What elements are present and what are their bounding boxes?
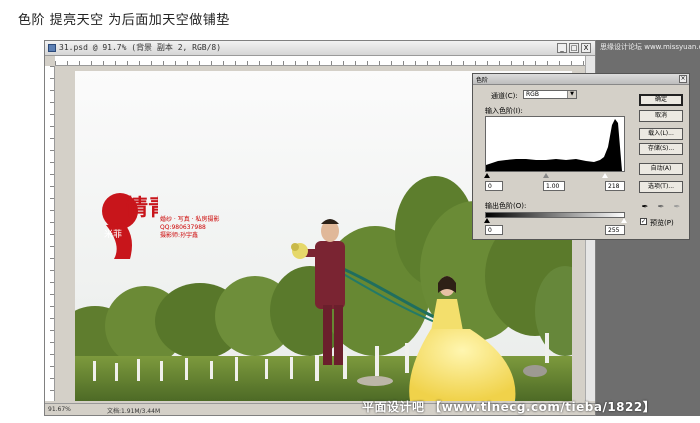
white-eyedropper-icon[interactable]: ✒ bbox=[673, 202, 681, 211]
input-white-field[interactable]: 218 bbox=[605, 181, 625, 191]
black-eyedropper-icon[interactable]: ✒ bbox=[641, 202, 649, 211]
ruler-vertical bbox=[45, 66, 55, 401]
studio-logo: 情青 米菲 bbox=[102, 193, 158, 259]
save-button[interactable]: 存储(S)... bbox=[639, 143, 683, 155]
histogram bbox=[485, 116, 625, 172]
maximize-button[interactable]: □ bbox=[569, 43, 579, 53]
output-white-slider[interactable] bbox=[621, 218, 627, 223]
input-black-slider[interactable] bbox=[484, 173, 490, 178]
output-white-field[interactable]: 255 bbox=[605, 225, 625, 235]
ok-button[interactable]: 确定 bbox=[639, 94, 683, 106]
input-black-field[interactable]: 0 bbox=[485, 181, 503, 191]
ruler-horizontal bbox=[55, 56, 585, 66]
document-icon bbox=[48, 44, 56, 52]
document-titlebar[interactable]: 31.psd @ 91.7% (背景 副本 2, RGB/8) _ □ X bbox=[45, 41, 595, 56]
minimize-button[interactable]: _ bbox=[557, 43, 567, 53]
output-gradient bbox=[485, 212, 625, 218]
options-button[interactable]: 选项(T)... bbox=[639, 181, 683, 193]
output-levels-label: 输出色阶(O): bbox=[485, 202, 527, 210]
input-white-slider[interactable] bbox=[602, 173, 608, 178]
channel-label: 通道(C): bbox=[491, 92, 518, 100]
cancel-button[interactable]: 取消 bbox=[639, 110, 683, 122]
levels-close-button[interactable]: × bbox=[679, 75, 687, 83]
auto-button[interactable]: 自动(A) bbox=[639, 163, 683, 175]
preview-label: 预览(P) bbox=[650, 219, 674, 227]
chevron-down-icon: ▼ bbox=[567, 91, 576, 98]
load-button[interactable]: 载入(L)... bbox=[639, 128, 683, 140]
channel-select[interactable]: RGB ▼ bbox=[523, 90, 577, 99]
output-black-field[interactable]: 0 bbox=[485, 225, 503, 235]
input-gamma-field[interactable]: 1.00 bbox=[543, 181, 565, 191]
preview-checkbox[interactable]: ✓ bbox=[640, 218, 647, 225]
input-levels-label: 输入色阶(I): bbox=[485, 107, 523, 115]
input-gamma-slider[interactable] bbox=[543, 173, 549, 178]
close-button[interactable]: X bbox=[581, 43, 591, 53]
logo-big-char-1: 情青 bbox=[126, 195, 158, 221]
footer-watermark: 平面设计吧 【www.tlnecg.com/tieba/1822】 bbox=[362, 400, 656, 414]
output-black-slider[interactable] bbox=[484, 218, 490, 223]
page-caption: 色阶 提亮天空 为后面加天空做铺垫 bbox=[18, 13, 230, 28]
studio-contact-text: 婚纱 · 写真 · 私房摄影 QQ:980637988 摄影师:孙宇鑫 bbox=[160, 216, 220, 239]
levels-dialog: 色阶 × 通道(C): RGB ▼ 输入色阶(I): 0 1.00 218 输出… bbox=[472, 73, 690, 240]
top-watermark: 思缘设计论坛 www.missyuan.com bbox=[600, 43, 700, 51]
document-title: 31.psd @ 91.7% (背景 副本 2, RGB/8) bbox=[59, 43, 222, 52]
logo-small-chars: 米菲 bbox=[104, 228, 122, 240]
gray-eyedropper-icon[interactable]: ✒ bbox=[657, 202, 665, 211]
levels-titlebar[interactable]: 色阶 × bbox=[473, 74, 689, 85]
levels-title: 色阶 bbox=[476, 77, 489, 84]
status-doc-size: 文档:1.91M/3.44M bbox=[107, 408, 161, 415]
status-zoom[interactable]: 91.67% bbox=[48, 406, 71, 413]
